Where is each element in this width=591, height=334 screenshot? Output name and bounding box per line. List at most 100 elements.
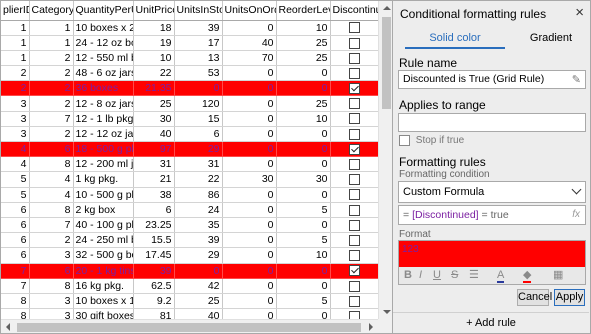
- grid-cell[interactable]: 18: [133, 20, 175, 36]
- grid-cell[interactable]: 0: [222, 232, 277, 249]
- grid-cell[interactable]: 3: [1, 95, 30, 112]
- discontinued-checkbox[interactable]: [348, 113, 360, 125]
- discontinued-checkbox[interactable]: [348, 265, 360, 277]
- scroll-right-icon[interactable]: [369, 323, 373, 331]
- discontinued-checkbox[interactable]: [348, 280, 360, 292]
- horizontal-scroll-thumb[interactable]: [17, 323, 361, 332]
- discontinued-cell[interactable]: [330, 278, 379, 294]
- stop-if-true-row[interactable]: Stop if true: [399, 135, 464, 146]
- grid-cell[interactable]: 15.5: [133, 232, 175, 249]
- grid-cell[interactable]: 70: [222, 50, 277, 67]
- grid-cell[interactable]: 10: [276, 111, 331, 127]
- grid-cell[interactable]: 0: [276, 65, 331, 82]
- grid-cell[interactable]: 6: [1, 202, 30, 218]
- discontinued-checkbox[interactable]: [348, 83, 360, 95]
- pencil-icon[interactable]: ✎: [572, 72, 581, 88]
- table-row[interactable]: 1212 - 550 ml bottl10137025: [1, 50, 379, 67]
- discontinued-checkbox[interactable]: [348, 250, 360, 262]
- grid-cell[interactable]: 1: [29, 20, 74, 36]
- grid-cell[interactable]: 39: [174, 232, 223, 249]
- grid-cell[interactable]: 7: [1, 278, 30, 294]
- grid-cell[interactable]: 7: [1, 263, 30, 279]
- grid-cell[interactable]: 0: [222, 156, 277, 173]
- grid-cell[interactable]: 0: [222, 293, 277, 310]
- fill-color-icon[interactable]: ◆: [523, 269, 532, 283]
- grid-cell[interactable]: 3: [29, 293, 74, 310]
- grid-cell[interactable]: 8: [29, 278, 74, 294]
- discontinued-cell[interactable]: [330, 202, 379, 218]
- table-row[interactable]: 6740 - 100 g pkgs23.253500: [1, 217, 379, 234]
- discontinued-checkbox[interactable]: [348, 234, 360, 246]
- grid-cell[interactable]: 30: [276, 171, 331, 188]
- grid-cell[interactable]: 10 - 500 g pkgs: [73, 187, 134, 203]
- grid-cell[interactable]: 86: [174, 187, 223, 203]
- grid-cell[interactable]: 22: [133, 65, 175, 82]
- bold-icon[interactable]: B: [404, 269, 412, 281]
- grid-cell[interactable]: 2: [29, 126, 74, 143]
- tab-solid-color[interactable]: Solid color: [405, 29, 505, 49]
- grid-cell[interactable]: 12 - 1 lb pkgs.: [73, 111, 134, 127]
- grid-cell[interactable]: 0: [222, 187, 277, 203]
- grid-cell[interactable]: 2 kg box: [73, 202, 134, 218]
- formula-input[interactable]: = [Discontinued] = true fx: [398, 205, 586, 225]
- grid-cell[interactable]: 25: [133, 95, 175, 112]
- grid-cell[interactable]: 35: [174, 217, 223, 234]
- discontinued-cell[interactable]: [330, 20, 379, 36]
- grid-cell[interactable]: 5: [1, 187, 30, 203]
- grid-cell[interactable]: 6: [174, 126, 223, 143]
- grid-cell[interactable]: 6: [29, 141, 74, 158]
- discontinued-cell[interactable]: [330, 171, 379, 188]
- column-header[interactable]: UnitsOnOrder: [222, 1, 277, 21]
- discontinued-checkbox[interactable]: [348, 295, 360, 307]
- grid-cell[interactable]: 24: [174, 202, 223, 218]
- table-row[interactable]: 3 2 12 - 8 oz jars 25 120 0 25: [1, 95, 379, 112]
- table-row[interactable]: 4812 - 200 ml jars313100: [1, 156, 379, 173]
- grid-cell[interactable]: 18 - 500 g pkgs: [73, 141, 134, 158]
- grid-cell[interactable]: 25: [276, 35, 331, 51]
- grid-cell[interactable]: 0: [222, 202, 277, 218]
- discontinued-cell[interactable]: [330, 80, 379, 97]
- grid-cell[interactable]: 12 - 550 ml bottl: [73, 50, 134, 67]
- grid-cell[interactable]: 5: [276, 202, 331, 218]
- table-row[interactable]: 8310 boxes x 12 p9.22505: [1, 293, 379, 310]
- grid-cell[interactable]: 40: [133, 126, 175, 143]
- grid-cell[interactable]: 7: [29, 217, 74, 234]
- discontinued-checkbox[interactable]: [348, 37, 360, 49]
- grid-cell[interactable]: 0: [174, 263, 223, 279]
- tab-gradient[interactable]: Gradient: [519, 29, 583, 49]
- stop-if-true-checkbox[interactable]: [399, 135, 410, 146]
- rule-name-input[interactable]: Discounted is True (Grid Rule) ✎: [398, 70, 586, 89]
- grid-cell[interactable]: 0: [222, 20, 277, 36]
- table-row[interactable]: 3712 - 1 lb pkgs.3015010: [1, 111, 379, 127]
- grid-cell[interactable]: 3: [1, 126, 30, 143]
- discontinued-cell[interactable]: [330, 95, 379, 112]
- table-row[interactable]: 3212 - 12 oz jars40600: [1, 126, 379, 143]
- grid-cell[interactable]: 8: [29, 156, 74, 173]
- discontinued-cell[interactable]: [330, 263, 379, 279]
- horizontal-scrollbar[interactable]: [1, 319, 378, 333]
- grid-cell[interactable]: 5: [276, 293, 331, 310]
- grid-cell[interactable]: 2: [1, 65, 30, 82]
- grid-cell[interactable]: 36 boxes: [73, 80, 134, 97]
- grid-cell[interactable]: 25: [174, 293, 223, 310]
- discontinued-checkbox[interactable]: [348, 174, 360, 186]
- column-header[interactable]: CategoryID: [29, 1, 74, 21]
- discontinued-checkbox[interactable]: [348, 67, 360, 79]
- grid-cell[interactable]: 0: [222, 126, 277, 143]
- grid-cell[interactable]: 40 - 100 g pkgs: [73, 217, 134, 234]
- grid-cell[interactable]: 2: [29, 232, 74, 249]
- grid-cell[interactable]: 8: [1, 293, 30, 310]
- data-grid[interactable]: plierIDCategoryIDQuantityPerUnitUnitPric…: [0, 0, 393, 334]
- grid-cell[interactable]: 13: [174, 50, 223, 67]
- grid-cell[interactable]: 0: [276, 126, 331, 143]
- grid-cell[interactable]: 25: [276, 50, 331, 67]
- discontinued-checkbox[interactable]: [348, 143, 360, 155]
- grid-cell[interactable]: 6: [1, 232, 30, 249]
- grid-cell[interactable]: 4: [1, 141, 30, 158]
- grid-cell[interactable]: 0: [276, 217, 331, 234]
- table-row[interactable]: 6224 - 250 ml bottl15.53905: [1, 232, 379, 249]
- grid-cell[interactable]: 15: [174, 111, 223, 127]
- add-rule-button[interactable]: + Add rule: [393, 312, 589, 333]
- strikethrough-icon[interactable]: S: [451, 269, 458, 281]
- grid-cell[interactable]: 23.25: [133, 217, 175, 234]
